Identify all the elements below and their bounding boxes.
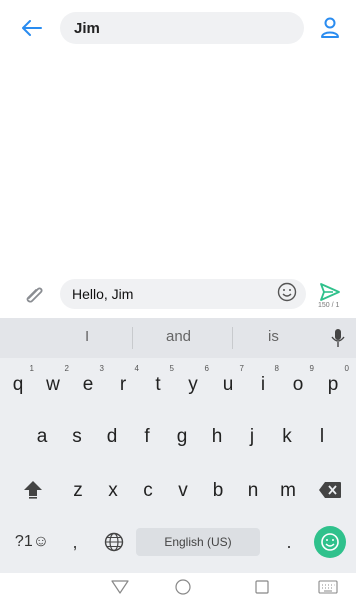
key-f[interactable]: f	[131, 426, 163, 448]
key-d[interactable]: d	[96, 426, 128, 448]
shift-icon	[24, 481, 42, 499]
recipient-field[interactable]: Jim	[60, 12, 304, 44]
key-c[interactable]: c	[132, 480, 164, 502]
key-q[interactable]: 1q	[2, 364, 34, 396]
message-text: Hello, Jim	[72, 286, 134, 302]
square-recent-icon	[255, 580, 269, 594]
key-x[interactable]: x	[97, 480, 129, 502]
circle-home-icon	[175, 579, 191, 595]
key-v[interactable]: v	[167, 480, 199, 502]
emoji-key-icon	[314, 526, 346, 558]
nav-keyboard-button[interactable]	[316, 577, 340, 597]
mic-button[interactable]	[331, 328, 347, 348]
suggestion-1[interactable]: I	[85, 328, 89, 345]
nav-home-button[interactable]	[171, 577, 195, 597]
key-p[interactable]: 0p	[317, 364, 349, 396]
top-bar: Jim	[0, 0, 356, 56]
key-z[interactable]: z	[62, 480, 94, 502]
nav-back-button[interactable]	[108, 577, 132, 597]
send-button[interactable]	[316, 280, 344, 304]
message-input[interactable]: Hello, Jim	[60, 279, 306, 309]
key-w[interactable]: 2w	[37, 364, 69, 396]
attach-button[interactable]	[22, 282, 46, 306]
suggestion-bar: I and is	[0, 318, 356, 358]
key-o[interactable]: 9o	[282, 364, 314, 396]
key-s[interactable]: s	[61, 426, 93, 448]
person-icon	[321, 17, 339, 38]
key-i[interactable]: 8i	[247, 364, 279, 396]
keyboard-icon	[318, 580, 338, 594]
language-key[interactable]	[100, 528, 128, 556]
suggestion-divider	[132, 327, 133, 349]
mic-icon	[331, 329, 345, 347]
contact-button[interactable]	[316, 14, 344, 42]
key-n[interactable]: n	[237, 480, 269, 502]
space-label: English (US)	[164, 535, 232, 549]
suggestion-divider	[232, 327, 233, 349]
suggestion-3[interactable]: is	[268, 328, 279, 345]
back-arrow-icon	[22, 20, 42, 36]
key-l[interactable]: l	[306, 426, 338, 448]
globe-icon	[104, 532, 124, 552]
space-key[interactable]: English (US)	[136, 528, 260, 556]
key-k[interactable]: k	[271, 426, 303, 448]
key-b[interactable]: b	[202, 480, 234, 502]
key-a[interactable]: a	[26, 426, 58, 448]
send-icon	[320, 283, 340, 301]
navigation-bar	[0, 573, 356, 601]
back-button[interactable]	[18, 14, 46, 42]
emoji-key[interactable]	[313, 525, 347, 559]
period-key[interactable]: .	[278, 528, 300, 556]
symbols-key[interactable]: ?1☺	[12, 528, 52, 556]
paperclip-icon	[26, 287, 43, 303]
suggestion-2[interactable]: and	[166, 328, 191, 345]
recipient-name: Jim	[74, 19, 100, 37]
compose-row: Hello, Jim 150 / 1	[0, 276, 356, 314]
delete-key[interactable]	[316, 478, 344, 502]
key-h[interactable]: h	[201, 426, 233, 448]
key-e[interactable]: 3e	[72, 364, 104, 396]
character-counter: 150 / 1	[318, 302, 340, 309]
key-t[interactable]: 5t	[142, 364, 174, 396]
key-r[interactable]: 4r	[107, 364, 139, 396]
key-j[interactable]: j	[236, 426, 268, 448]
key-y[interactable]: 6y	[177, 364, 209, 396]
key-g[interactable]: g	[166, 426, 198, 448]
nav-recents-button[interactable]	[250, 577, 274, 597]
backspace-icon	[319, 482, 341, 498]
emoji-button[interactable]	[276, 281, 298, 303]
key-m[interactable]: m	[272, 480, 304, 502]
triangle-back-icon	[111, 580, 129, 594]
keyboard: I and is 1q 2w 3e 4r 5t 6y 7u 8i 9o 0p a…	[0, 318, 356, 573]
key-u[interactable]: 7u	[212, 364, 244, 396]
shift-key[interactable]	[18, 474, 48, 504]
smiley-icon	[277, 282, 297, 302]
comma-key[interactable]: ,	[64, 528, 86, 556]
